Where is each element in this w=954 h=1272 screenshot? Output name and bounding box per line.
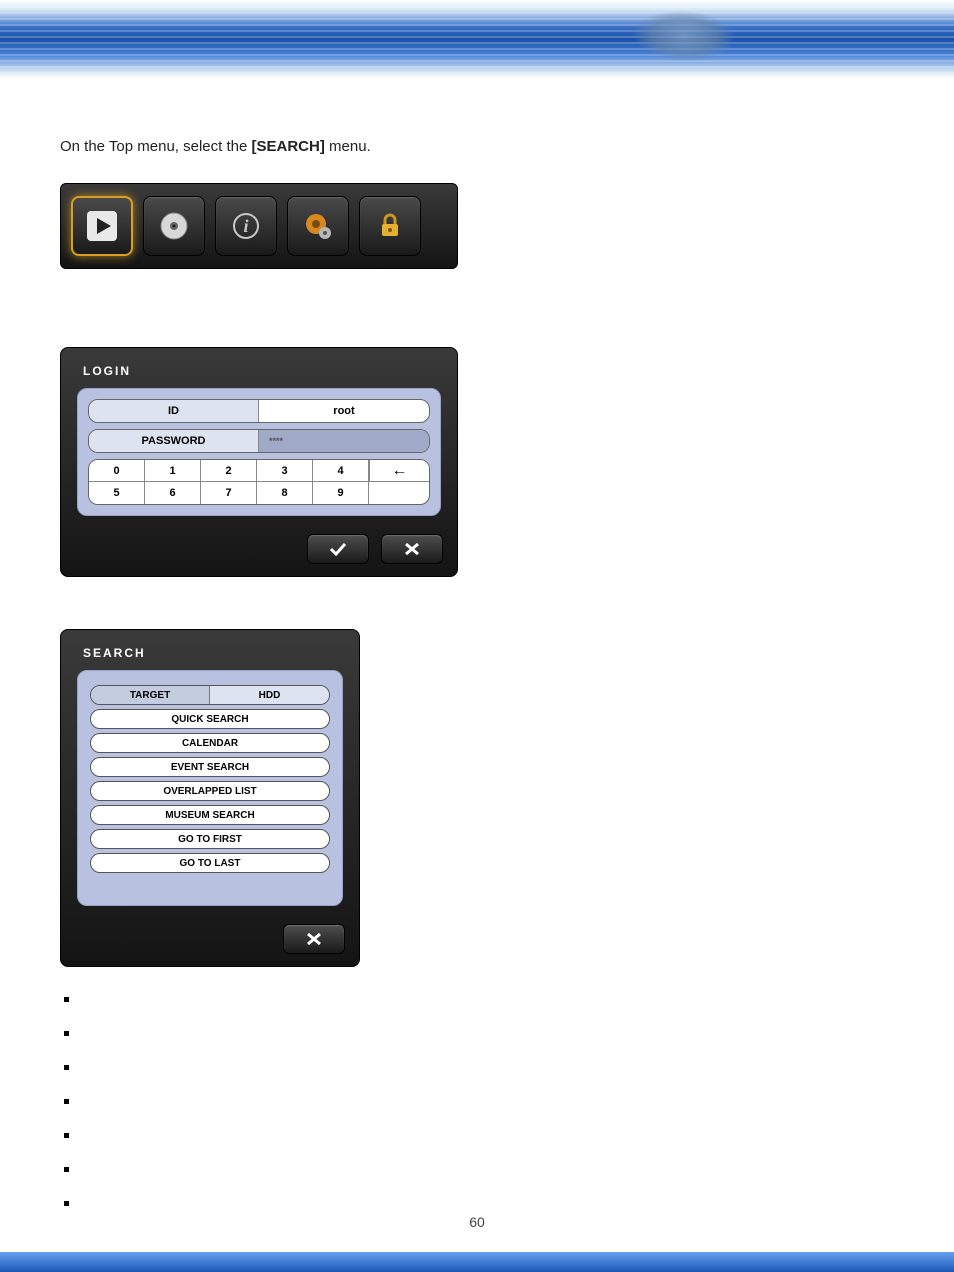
disc-icon <box>157 209 191 243</box>
top-menu-lock-button[interactable] <box>359 196 421 256</box>
login-password-label: PASSWORD <box>89 430 259 452</box>
search-body: TARGET HDD QUICK SEARCH CALENDAR EVENT S… <box>77 670 343 906</box>
search-target-value: HDD <box>210 686 329 704</box>
search-close-button[interactable] <box>283 924 345 954</box>
key-2[interactable]: 2 <box>201 460 257 481</box>
footer-bar <box>0 1252 954 1272</box>
search-item-museum-search[interactable]: MUSEUM SEARCH <box>90 805 330 825</box>
key-0[interactable]: 0 <box>89 460 145 481</box>
top-menu-settings-button[interactable] <box>287 196 349 256</box>
key-3[interactable]: 3 <box>257 460 313 481</box>
search-item-quick-search[interactable]: QUICK SEARCH <box>90 709 330 729</box>
bullet-list <box>60 993 894 1231</box>
login-id-value[interactable]: root <box>259 400 429 422</box>
key-1[interactable]: 1 <box>145 460 201 481</box>
login-panel: LOGIN ID root PASSWORD **** 0 1 2 3 <box>60 347 458 577</box>
search-target-label: TARGET <box>91 686 210 704</box>
close-icon <box>403 542 421 556</box>
login-id-label: ID <box>89 400 259 422</box>
play-icon <box>85 209 119 243</box>
instruction-bold: [SEARCH] <box>252 138 325 155</box>
close-icon <box>305 932 323 946</box>
instruction-suffix: menu. <box>325 138 371 155</box>
login-body: ID root PASSWORD **** 0 1 2 3 4 <box>77 388 441 516</box>
list-item <box>64 1061 894 1095</box>
key-8[interactable]: 8 <box>257 482 313 504</box>
list-item <box>64 1095 894 1129</box>
key-4[interactable]: 4 <box>313 460 369 481</box>
list-item <box>64 1129 894 1163</box>
login-password-row: PASSWORD **** <box>88 429 430 453</box>
search-item-go-to-last[interactable]: GO TO LAST <box>90 853 330 873</box>
instruction-prefix: On the Top menu, select the <box>60 138 252 155</box>
login-cancel-button[interactable] <box>381 534 443 564</box>
search-item-event-search[interactable]: EVENT SEARCH <box>90 757 330 777</box>
login-ok-button[interactable] <box>307 534 369 564</box>
header-graphic <box>620 6 748 66</box>
instruction-text: On the Top menu, select the [SEARCH] men… <box>60 138 894 155</box>
lock-icon <box>373 209 407 243</box>
top-menu-disc-button[interactable] <box>143 196 205 256</box>
login-id-row: ID root <box>88 399 430 423</box>
top-menu-search-button[interactable] <box>71 196 133 256</box>
search-target-row[interactable]: TARGET HDD <box>90 685 330 705</box>
login-password-value[interactable]: **** <box>259 430 429 452</box>
search-item-calendar[interactable]: CALENDAR <box>90 733 330 753</box>
key-5[interactable]: 5 <box>89 482 145 504</box>
login-title: LOGIN <box>61 348 457 388</box>
list-item <box>64 993 894 1027</box>
list-item <box>64 1027 894 1061</box>
keypad: 0 1 2 3 4 ← 5 6 7 8 9 <box>88 459 430 505</box>
svg-text:i: i <box>243 216 248 236</box>
info-icon: i <box>229 209 263 243</box>
gear-icon <box>301 209 335 243</box>
key-6[interactable]: 6 <box>145 482 201 504</box>
check-icon <box>329 542 347 556</box>
search-title: SEARCH <box>61 630 359 670</box>
top-menu-info-button[interactable]: i <box>215 196 277 256</box>
search-item-go-to-first[interactable]: GO TO FIRST <box>90 829 330 849</box>
key-backspace[interactable]: ← <box>369 460 429 481</box>
page-number: 60 <box>0 1214 954 1230</box>
header-banner <box>0 0 954 78</box>
key-9[interactable]: 9 <box>313 482 369 504</box>
top-menu-panel: i <box>60 183 458 269</box>
list-item <box>64 1163 894 1197</box>
key-7[interactable]: 7 <box>201 482 257 504</box>
search-panel: SEARCH TARGET HDD QUICK SEARCH CALENDAR … <box>60 629 360 967</box>
search-item-overlapped-list[interactable]: OVERLAPPED LIST <box>90 781 330 801</box>
